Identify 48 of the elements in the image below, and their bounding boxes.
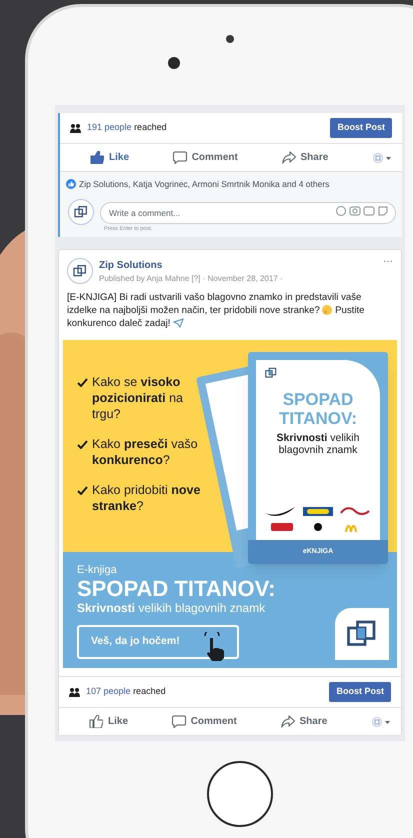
reach-label: reached (133, 686, 166, 696)
comment-field[interactable]: Write a comment... (100, 202, 396, 224)
book-subtitle: Skrivnosti velikih blagovnih znamk (276, 432, 360, 456)
audience-selector[interactable] (371, 716, 391, 726)
reach-link[interactable]: 107 people (86, 686, 131, 696)
people-icon (69, 688, 80, 696)
boost-post-button[interactable]: Boost Post (330, 118, 392, 138)
book-title: SPOPAD TITANOV: (278, 390, 358, 428)
ad-title: SPOPAD TITANOV: (77, 577, 276, 601)
audience-selector[interactable] (372, 152, 392, 162)
logo-icon (264, 366, 278, 380)
more-options-button[interactable]: ··· (383, 258, 393, 266)
like-badge-icon (66, 179, 76, 190)
page-avatar (67, 258, 93, 284)
comment-button[interactable]: Comment (172, 150, 238, 165)
ad-bullet-text: Kako preseči vašo konkurenco? (92, 436, 199, 468)
checkmark-icon (77, 440, 88, 449)
share-arrow-icon (280, 715, 295, 728)
ad-bullet-text: Kako se visoko pozicionirati na trgu? (92, 374, 184, 422)
comment-tools-icon[interactable] (336, 204, 390, 217)
share-button[interactable]: Share (282, 150, 328, 165)
published-info: Published by Anja Mahne [?] · November 28, 2017 · (99, 273, 284, 285)
post-text: [E-KNJIGA] Bi radi ustvarili vašo blagovno znamko in predstavili vaše izdelke na najboljši možen način, ter pridobili nove stranke? Pustite konkurenco daleč zadaj! (67, 291, 366, 330)
speech-bubble-icon (172, 151, 187, 164)
airplane-icon (173, 318, 184, 328)
speech-bubble-icon (172, 715, 186, 728)
sensor-icon (168, 57, 180, 69)
like-button[interactable]: Like (89, 714, 128, 729)
reach-link[interactable]: 191 people (87, 122, 132, 132)
boost-post-button[interactable]: Boost Post (329, 682, 391, 702)
like-button[interactable]: Like (90, 150, 130, 165)
thumbs-up-icon (90, 151, 104, 164)
page-name-link[interactable]: Zip Solutions (99, 258, 377, 273)
checkmark-icon (77, 378, 88, 387)
ad-kicker: E-knjiga (77, 564, 118, 577)
checkmark-icon (77, 486, 88, 495)
reach-label: reached (134, 122, 167, 132)
people-icon (70, 124, 81, 132)
ad-bullet-text: Kako pridobiti nove stranke? (92, 482, 202, 514)
comment-button[interactable]: Comment (172, 714, 237, 729)
emoji-face-icon (322, 305, 332, 315)
share-button[interactable]: Share (280, 714, 328, 729)
ad-subtitle: Skrivnosti velikih blagovnih znamk (77, 601, 266, 615)
thumbs-up-icon (89, 715, 103, 728)
camera-icon (226, 35, 234, 43)
share-arrow-icon (282, 151, 296, 164)
likes-summary[interactable]: Zip Solutions, Katja Vogrinec, Armoni Smrtnik Monika and 4 others (79, 178, 330, 191)
page-avatar (68, 198, 94, 225)
